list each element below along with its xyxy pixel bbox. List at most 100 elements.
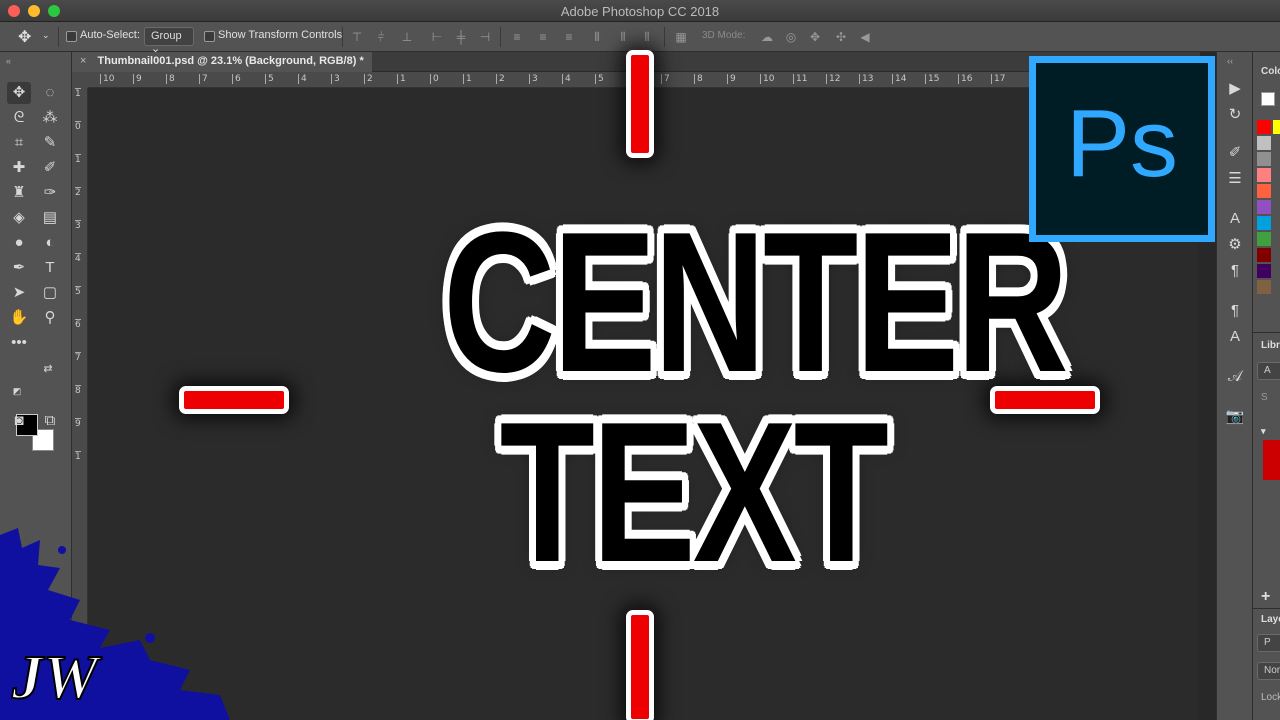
swap-colors-icon[interactable]: ⇄ [40, 358, 56, 380]
ruler-origin[interactable] [72, 72, 88, 88]
swatch-white[interactable] [1261, 92, 1275, 106]
align-left-icon[interactable]: ⊢ [430, 30, 444, 44]
swatch-gray-1[interactable] [1257, 136, 1271, 150]
distribute-bottom-icon[interactable]: ≡ [562, 30, 576, 44]
align-hcenter-icon[interactable]: ╪ [454, 30, 468, 44]
character-styles-icon[interactable]: A [1223, 326, 1247, 348]
swatch-red[interactable] [1257, 120, 1271, 134]
swatch-purple[interactable] [1257, 200, 1271, 214]
glyphs-icon[interactable]: ⚙ [1223, 234, 1247, 256]
3d-scale-icon[interactable]: ◀ [858, 30, 872, 44]
library-dropdown[interactable]: A [1257, 362, 1280, 380]
auto-align-icon[interactable]: ▦ [674, 30, 688, 44]
library-color-swatch[interactable] [1263, 440, 1280, 480]
ruler-tick-label: 9 [133, 74, 142, 84]
close-tab-icon[interactable]: × [80, 55, 86, 67]
chevron-down-icon[interactable]: ⌄ [42, 30, 50, 41]
show-transform-checkbox[interactable] [204, 31, 215, 42]
swatch-cyan[interactable] [1257, 216, 1271, 230]
move-tool-icon[interactable]: ✥ [7, 82, 31, 104]
character-icon[interactable]: A [1223, 208, 1247, 230]
marquee-tool-icon[interactable]: ◌ [38, 82, 62, 104]
swatch-brown[interactable] [1257, 280, 1271, 294]
align-top-icon[interactable]: ⊤ [350, 30, 364, 44]
distribute-hcenter-icon[interactable]: ⦀ [616, 30, 630, 44]
brush-tool-icon[interactable]: ✐ [38, 157, 62, 179]
ruler-tick-label: 8 [166, 74, 175, 84]
brush-settings-icon[interactable]: ✐ [1223, 142, 1247, 164]
swatch-dark-purple[interactable] [1257, 264, 1271, 278]
ruler-tick-label: 10 [760, 74, 774, 84]
ruler-tick-label: 5 [75, 286, 81, 297]
distribute-left-icon[interactable]: ⦀ [590, 30, 604, 44]
align-right-icon[interactable]: ⊣ [478, 30, 492, 44]
swatch-green[interactable] [1257, 232, 1271, 246]
history-brush-icon[interactable]: ✑ [38, 182, 62, 204]
default-colors-icon[interactable]: ◩ [10, 380, 24, 402]
disclosure-triangle-icon[interactable]: ▾ [1261, 426, 1266, 437]
collapse-icon[interactable]: « [6, 56, 11, 66]
camera-icon[interactable]: 📷 [1223, 406, 1247, 428]
auto-select-dropdown[interactable]: Group ⌄ [144, 27, 194, 55]
clone-stamp-icon[interactable]: ♜ [7, 182, 31, 204]
ruler-tick-label: 5 [265, 74, 274, 84]
glyph-panel-icon[interactable]: 𝒜 [1223, 366, 1247, 388]
blend-mode-dropdown[interactable]: Nor [1257, 662, 1280, 680]
path-selection-icon[interactable]: ➤ [7, 282, 31, 304]
add-icon[interactable]: + [1261, 588, 1270, 606]
crop-tool-icon[interactable]: ⌗ [7, 132, 31, 154]
auto-select-checkbox[interactable] [66, 31, 77, 42]
paragraph-icon[interactable]: ¶ [1223, 260, 1247, 282]
swatch-maroon[interactable] [1257, 248, 1271, 262]
3d-orbit-icon[interactable]: ☁ [758, 30, 776, 44]
align-vcenter-icon[interactable]: ⫩ [374, 30, 388, 44]
screen-mode-icon[interactable]: ⧉ [38, 410, 62, 432]
layer-kind-filter[interactable]: P [1257, 634, 1280, 652]
layers-panel-label[interactable]: Laye [1261, 614, 1280, 625]
3d-mode-label: 3D Mode: [702, 30, 746, 41]
3d-pan-icon[interactable]: ✥ [808, 30, 822, 44]
swatch-pink[interactable] [1257, 168, 1271, 182]
quick-mask-icon[interactable]: ◙ [7, 410, 31, 432]
3d-roll-icon[interactable]: ◎ [784, 30, 798, 44]
distribute-top-icon[interactable]: ≡ [510, 30, 524, 44]
adjustments-icon[interactable]: ☰ [1223, 168, 1247, 190]
play-action-icon[interactable]: ▶ [1223, 78, 1247, 100]
3d-slide-icon[interactable]: ✣ [834, 30, 848, 44]
distribute-vcenter-icon[interactable]: ≡ [536, 30, 550, 44]
rectangle-tool-icon[interactable]: ▢ [38, 282, 62, 304]
swatch-orange[interactable] [1257, 184, 1271, 198]
blur-tool-icon[interactable]: ● [7, 232, 31, 254]
ruler-tick-label: 10 [100, 74, 114, 84]
eraser-tool-icon[interactable]: ◈ [7, 207, 31, 229]
hand-tool-icon[interactable]: ✋ [7, 307, 31, 329]
swatch-gray-2[interactable] [1257, 152, 1271, 166]
lasso-tool-icon[interactable]: ᘓ [7, 107, 31, 129]
dodge-tool-icon[interactable]: ◐ [38, 232, 62, 254]
ruler-tick-label: 1 [75, 88, 81, 99]
more-tools-icon[interactable]: ••• [7, 332, 31, 354]
ruler-tick-label: 0 [430, 74, 439, 84]
color-panel-label[interactable]: Colo [1261, 66, 1280, 77]
eyedropper-icon[interactable]: ✎ [38, 132, 62, 154]
align-bottom-icon[interactable]: ⊥ [400, 30, 414, 44]
move-tool-preset-icon[interactable]: ✥ [18, 27, 31, 47]
paragraph-styles-icon[interactable]: ¶ [1223, 300, 1247, 322]
document-tab-title: Thumbnail001.psd @ 23.1% (Background, RG… [97, 55, 364, 67]
pen-tool-icon[interactable]: ✒ [7, 257, 31, 279]
library-search[interactable]: S [1261, 392, 1268, 403]
document-tab[interactable]: × Thumbnail001.psd @ 23.1% (Background, … [72, 52, 372, 72]
zoom-tool-icon[interactable]: ⚲ [38, 307, 62, 329]
type-tool-icon[interactable]: T [38, 257, 62, 279]
swatch-yellow[interactable] [1273, 120, 1280, 134]
collapse-dock-icon[interactable]: ‹‹ [1227, 56, 1233, 66]
distribute-right-icon[interactable]: ⦀ [640, 30, 654, 44]
options-bar: ✥ ⌄ Auto-Select: Group ⌄ Show Transform … [0, 22, 1280, 55]
ruler-tick-label: 4 [562, 74, 571, 84]
ruler-tick-label: 13 [859, 74, 873, 84]
healing-brush-icon[interactable]: ✚ [7, 157, 31, 179]
magic-wand-icon[interactable]: ⁂ [38, 107, 62, 129]
gradient-tool-icon[interactable]: ▤ [38, 207, 62, 229]
history-icon[interactable]: ↻ [1223, 104, 1247, 126]
libraries-panel-label[interactable]: Libr [1261, 340, 1280, 351]
